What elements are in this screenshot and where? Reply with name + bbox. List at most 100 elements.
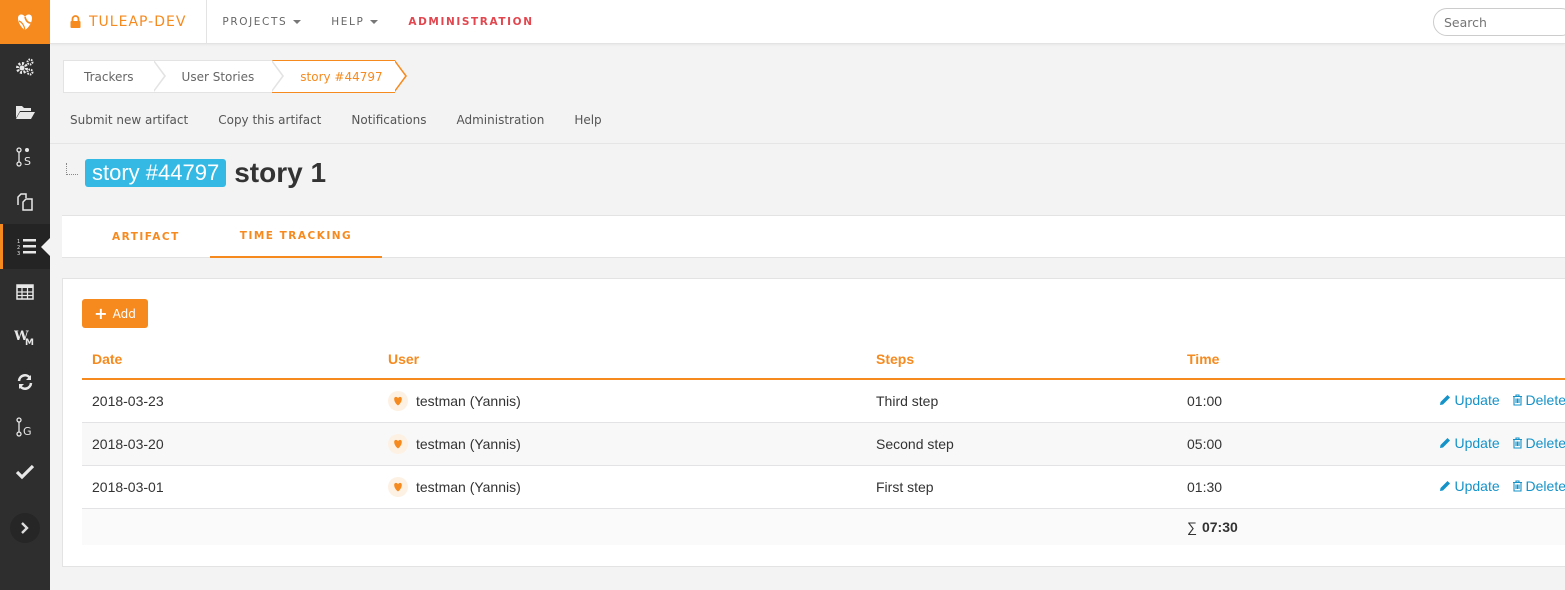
- breadcrumb: Trackers User Stories story #44797: [63, 60, 407, 93]
- nav-administration-link[interactable]: ADMINISTRATION: [393, 16, 548, 28]
- tuleap-logo-icon: [18, 14, 32, 31]
- submit-new-artifact-link[interactable]: Submit new artifact: [70, 113, 188, 127]
- sidebar-item-trackers[interactable]: 1 2 3: [0, 224, 50, 269]
- tab-time-tracking[interactable]: TIME TRACKING: [209, 216, 383, 258]
- sum-icon: ∑: [1187, 518, 1197, 535]
- cell-user: testman (Yannis): [378, 379, 866, 423]
- lock-icon: [70, 15, 81, 28]
- update-link[interactable]: Update: [1439, 392, 1500, 408]
- delete-label: Delete: [1525, 392, 1565, 409]
- user-name: testman (Yannis): [416, 478, 521, 495]
- user-avatar-icon: [394, 482, 402, 491]
- cell-step: Third step: [866, 379, 1177, 423]
- sidebar-item-agiledashboard[interactable]: [0, 269, 50, 314]
- avatar: [388, 390, 408, 411]
- cell-empty: [82, 508, 378, 545]
- list-ol-icon: 1 2 3: [17, 238, 36, 256]
- git-icon: G: [16, 416, 32, 437]
- tracker-administration-link[interactable]: Administration: [457, 113, 545, 127]
- breadcrumb-trackers[interactable]: Trackers: [63, 60, 166, 93]
- sidebar-item-ci[interactable]: [0, 359, 50, 404]
- update-label: Update: [1454, 435, 1500, 451]
- cell-actions: Update Delete: [1377, 379, 1565, 423]
- table-row: 2018-03-01 testman (Yannis) First step 0…: [82, 465, 1565, 509]
- tracker-help-link[interactable]: Help: [574, 113, 601, 127]
- sidebar-item-documents[interactable]: [0, 179, 50, 224]
- time-tracking-panel: + Add Date User Steps Time 2018-03-23 te…: [62, 278, 1565, 567]
- sidebar-item-mediawiki[interactable]: W M: [0, 314, 50, 359]
- delete-link[interactable]: Delete: [1512, 392, 1565, 408]
- nav-help-label: HELP: [331, 15, 365, 28]
- add-button-label: Add: [112, 306, 136, 321]
- artifact-header: story #44797 story 1: [66, 157, 326, 189]
- artifact-tabs: ARTIFACT TIME TRACKING: [62, 215, 1565, 258]
- user-avatar-icon: [394, 439, 402, 448]
- sidebar-item-files[interactable]: [0, 89, 50, 134]
- update-link[interactable]: Update: [1439, 435, 1500, 451]
- breadcrumb-artifact[interactable]: story #44797: [272, 60, 407, 93]
- cell-date: 2018-03-20: [82, 422, 378, 466]
- delete-label: Delete: [1525, 435, 1565, 451]
- breadcrumb-user-stories[interactable]: User Stories: [153, 60, 285, 93]
- artifact-title: story 1: [234, 157, 327, 188]
- breadcrumb-label: Trackers: [84, 69, 134, 84]
- avatar: [388, 433, 408, 454]
- trash-icon: [1512, 437, 1522, 449]
- copy-artifact-link[interactable]: Copy this artifact: [218, 113, 321, 127]
- top-navbar: TULEAP-DEV PROJECTS HELP ADMINISTRATION: [50, 0, 1565, 44]
- user-avatar-icon: [394, 396, 402, 406]
- sidebar-item-testmanagement[interactable]: [0, 449, 50, 494]
- delete-link[interactable]: Delete: [1512, 478, 1565, 494]
- artifact-xref-badge[interactable]: story #44797: [85, 159, 227, 187]
- tuleap-logo[interactable]: [0, 0, 50, 44]
- sidebar-item-admin[interactable]: [0, 44, 50, 89]
- tree-hierarchy-icon[interactable]: [66, 163, 78, 175]
- column-header-user: User: [378, 339, 866, 380]
- pencil-icon: [1440, 395, 1451, 406]
- cell-empty: [1377, 508, 1565, 545]
- check-icon: [16, 464, 34, 479]
- column-header-steps: Steps: [866, 339, 1177, 380]
- pencil-icon: [1440, 438, 1451, 448]
- total-row: ∑ 07:30: [82, 508, 1565, 545]
- sidebar-collapse-button[interactable]: [10, 513, 40, 543]
- cell-empty: [378, 508, 866, 545]
- add-time-button[interactable]: + Add: [82, 299, 148, 328]
- project-link[interactable]: TULEAP-DEV: [50, 0, 208, 44]
- cell-total-time: ∑ 07:30: [1177, 508, 1377, 545]
- nav-projects-dropdown[interactable]: PROJECTS: [207, 16, 316, 28]
- cell-time: 05:00: [1177, 422, 1377, 466]
- tab-artifact[interactable]: ARTIFACT: [62, 216, 210, 258]
- cell-date: 2018-03-01: [82, 465, 378, 509]
- trash-icon: [1512, 480, 1522, 492]
- cell-time: 01:00: [1177, 379, 1377, 423]
- cell-step: First step: [866, 465, 1177, 509]
- breadcrumb-separator: [152, 60, 166, 92]
- user-name: testman (Yannis): [416, 435, 521, 452]
- project-name: TULEAP-DEV: [89, 13, 187, 30]
- sidebar-item-git[interactable]: G: [0, 404, 50, 449]
- caret-down-icon: [293, 19, 302, 24]
- column-header-actions: [1377, 339, 1565, 380]
- folder-open-icon: [16, 105, 35, 119]
- nav-help-dropdown[interactable]: HELP: [316, 16, 393, 28]
- total-time: 07:30: [1201, 518, 1238, 535]
- notifications-link[interactable]: Notifications: [351, 113, 426, 127]
- table-icon: [16, 283, 34, 300]
- artifact-actions: Submit new artifact Copy this artifact N…: [70, 113, 632, 127]
- svg-text:G: G: [23, 425, 32, 437]
- search-input[interactable]: [1433, 8, 1565, 36]
- cell-time: 01:30: [1177, 465, 1377, 509]
- plus-icon: +: [94, 303, 108, 323]
- update-link[interactable]: Update: [1439, 478, 1500, 494]
- sidebar-item-svn[interactable]: S: [0, 134, 50, 179]
- sidebar: S 1 2 3 W M G: [0, 0, 50, 590]
- refresh-icon: [17, 373, 33, 390]
- table-row: 2018-03-20 testman (Yannis) Second step …: [82, 422, 1565, 466]
- cell-date: 2018-03-23: [82, 379, 378, 423]
- mediawiki-icon: W M: [14, 329, 34, 346]
- delete-link[interactable]: Delete: [1512, 435, 1565, 451]
- cell-user: testman (Yannis): [378, 465, 866, 509]
- chevron-right-icon: [21, 522, 29, 534]
- breadcrumb-separator: [271, 60, 285, 92]
